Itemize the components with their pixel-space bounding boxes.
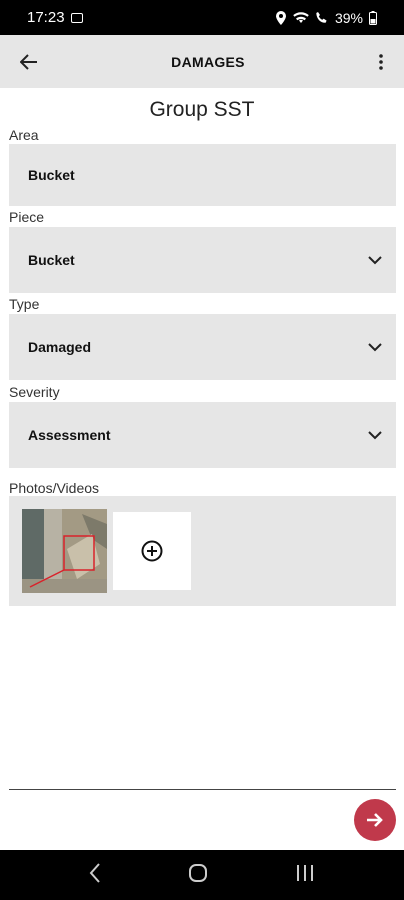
type-select[interactable]: Damaged [9,314,396,380]
status-icons: 39% [275,10,377,26]
page-title: DAMAGES [171,53,245,70]
type-label: Type [9,296,40,312]
piece-select[interactable]: Bucket [9,227,396,293]
chevron-down-icon [368,342,382,352]
photos-panel [9,496,396,606]
piece-value: Bucket [28,252,75,268]
area-field[interactable]: Bucket [9,144,396,206]
area-label: Area [9,127,39,143]
photos-label: Photos/Videos [9,480,100,496]
battery-percent: 39% [334,9,363,26]
photo-thumbnail[interactable] [22,509,107,593]
nav-back-button[interactable] [89,862,101,888]
arrow-right-icon [367,813,383,827]
recents-icon [297,864,314,881]
type-value: Damaged [28,339,92,355]
wifi-icon [293,12,309,23]
chevron-down-icon [368,255,382,265]
nav-recents-button[interactable] [295,864,315,887]
area-value: Bucket [28,167,75,183]
severity-value: Assessment [28,427,111,443]
nav-home-button[interactable] [188,863,208,888]
add-circle-icon [141,540,163,562]
group-title: Group SST [149,98,255,121]
location-icon [275,10,286,25]
status-time: 17:23 [27,9,65,26]
severity-select[interactable]: Assessment [9,402,396,468]
status-bar: 17:23 39% [0,0,404,35]
home-icon [188,863,207,882]
call-icon [316,12,327,23]
system-nav-bar [0,850,404,900]
next-button[interactable] [354,799,396,841]
chevron-left-icon [89,862,100,883]
image-notification-icon [70,12,83,23]
piece-label: Piece [9,209,45,225]
severity-label: Severity [9,384,60,400]
back-button[interactable] [0,35,58,88]
divider [9,789,396,790]
arrow-left-icon [20,53,37,70]
battery-icon [369,10,377,25]
chevron-down-icon [368,430,382,440]
app-bar: DAMAGES [0,35,404,88]
more-vertical-icon [379,53,383,70]
add-photo-button[interactable] [113,512,191,590]
more-options-button[interactable] [358,35,404,88]
